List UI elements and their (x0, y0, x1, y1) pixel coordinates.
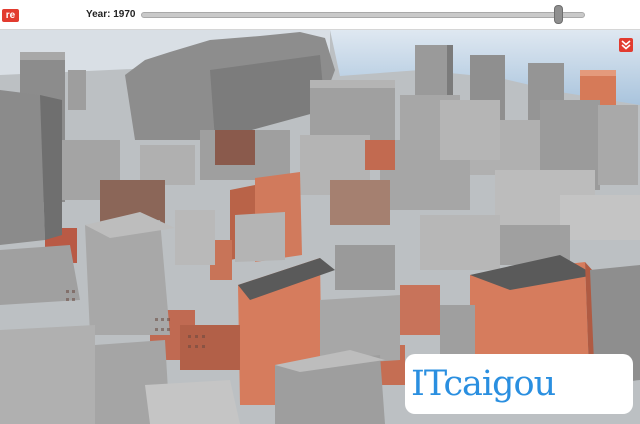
year-label: Year: 1970 (86, 9, 136, 20)
top-toolbar: re Year: 1970 (0, 0, 640, 30)
year-slider-track[interactable] (141, 12, 585, 18)
app-logo: re (2, 9, 19, 22)
logo-text: re (5, 10, 16, 21)
collapse-panel-button[interactable] (619, 38, 633, 52)
year-slider-thumb[interactable] (553, 5, 563, 24)
watermark: ITcaigou (405, 354, 633, 414)
double-chevron-down-icon (621, 40, 631, 50)
